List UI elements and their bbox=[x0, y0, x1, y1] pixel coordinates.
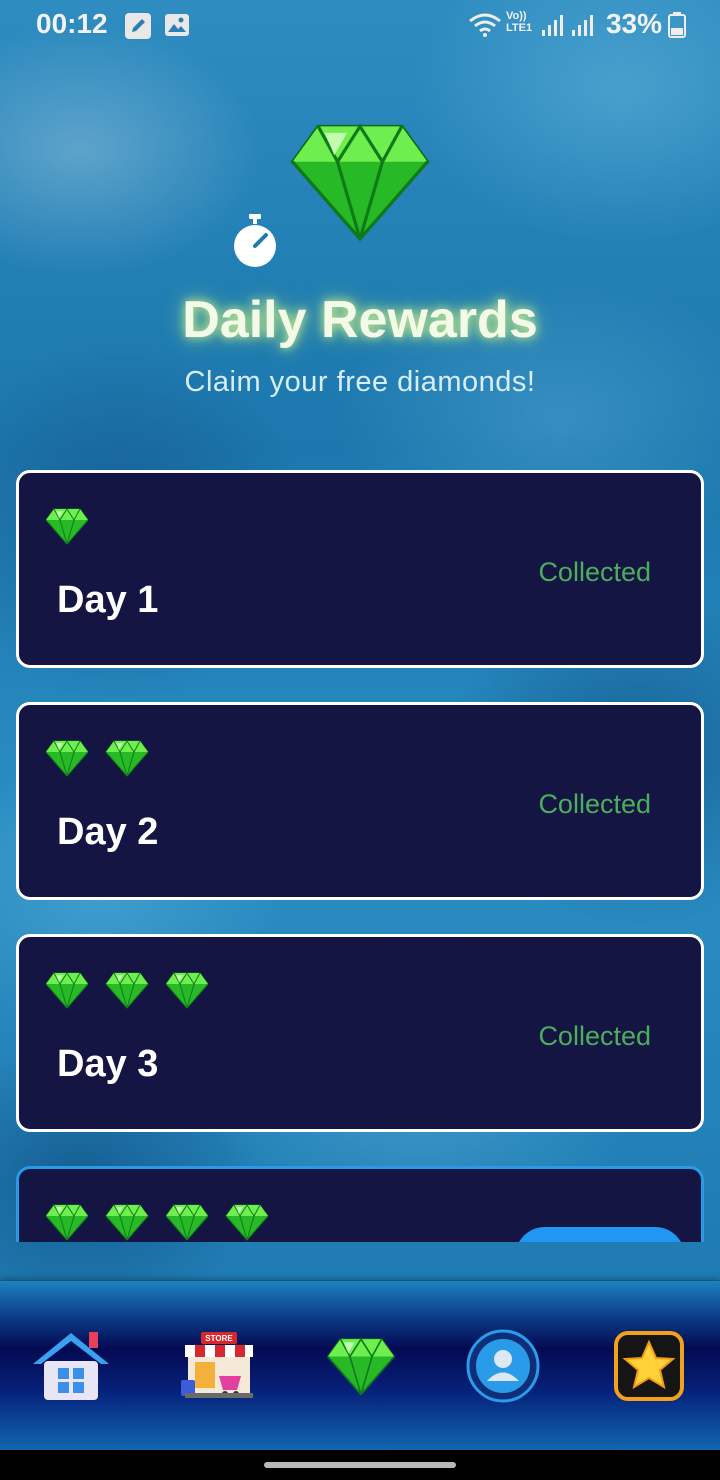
nav-store[interactable]: STORE bbox=[174, 1321, 264, 1411]
battery-percentage: 33% bbox=[605, 8, 662, 39]
battery-icon bbox=[668, 12, 686, 38]
page-title: Daily Rewards bbox=[182, 291, 538, 349]
stopwatch-icon bbox=[234, 214, 276, 267]
gem-row bbox=[45, 739, 165, 777]
diamond-icon bbox=[45, 1203, 89, 1241]
nav-diamonds[interactable] bbox=[316, 1321, 406, 1411]
status-time: 00:12 bbox=[36, 8, 108, 39]
claim-button[interactable] bbox=[515, 1227, 685, 1242]
profile-icon bbox=[466, 1329, 540, 1403]
home-icon bbox=[33, 1332, 109, 1400]
diamond-icon bbox=[105, 739, 149, 777]
diamond-icon bbox=[45, 739, 89, 777]
reward-card-day-3[interactable]: Day 3 Collected bbox=[16, 934, 704, 1132]
collected-status: Collected bbox=[538, 557, 651, 587]
day-label: Day 3 bbox=[57, 1043, 159, 1085]
bottom-navigation: STORE bbox=[0, 1281, 720, 1450]
page-subtitle: Claim your free diamonds! bbox=[184, 366, 536, 398]
diamond-icon bbox=[225, 1203, 269, 1241]
rewards-header: Daily Rewards Claim your free diamonds! bbox=[0, 110, 720, 410]
gem-row bbox=[45, 507, 105, 545]
diamond-icon bbox=[322, 1336, 400, 1396]
day-label: Day 1 bbox=[57, 579, 159, 621]
edit-note-icon bbox=[125, 13, 151, 39]
diamond-icon bbox=[165, 1203, 209, 1241]
reward-card-day-2[interactable]: Day 2 Collected bbox=[16, 702, 704, 900]
network-type: Vo)) LTE1 bbox=[506, 10, 533, 34]
diamond-icon bbox=[165, 971, 209, 1009]
wifi-icon bbox=[469, 13, 501, 37]
diamond-icon bbox=[45, 507, 89, 545]
reward-card-day-4[interactable] bbox=[16, 1166, 704, 1242]
gem-row bbox=[45, 971, 225, 1009]
store-icon: STORE bbox=[181, 1332, 253, 1398]
day-label: Day 2 bbox=[57, 811, 159, 853]
system-navigation-bar bbox=[0, 1450, 720, 1480]
rewards-list[interactable]: Day 1 Collected Day 2 Collected Day 3 Co… bbox=[16, 470, 704, 1242]
collected-status: Collected bbox=[538, 1021, 651, 1051]
diamond-icon bbox=[105, 971, 149, 1009]
status-bar: 00:12 Vo)) LTE1 33% bbox=[0, 0, 720, 50]
home-gesture-handle[interactable] bbox=[264, 1462, 456, 1468]
reward-card-day-1[interactable]: Day 1 Collected bbox=[16, 470, 704, 668]
diamond-icon bbox=[45, 971, 89, 1009]
signal-icon-2 bbox=[572, 15, 593, 36]
collected-status: Collected bbox=[538, 789, 651, 819]
store-sign-text: STORE bbox=[205, 1334, 233, 1343]
nav-profile[interactable] bbox=[458, 1321, 548, 1411]
diamond-icon bbox=[105, 1203, 149, 1241]
nav-home[interactable] bbox=[26, 1321, 116, 1411]
image-icon bbox=[165, 14, 189, 36]
star-icon bbox=[614, 1331, 684, 1401]
gem-row bbox=[45, 1203, 285, 1241]
diamond-icon bbox=[276, 120, 444, 242]
nav-favorites[interactable] bbox=[604, 1321, 694, 1411]
signal-icon-1 bbox=[542, 15, 563, 36]
